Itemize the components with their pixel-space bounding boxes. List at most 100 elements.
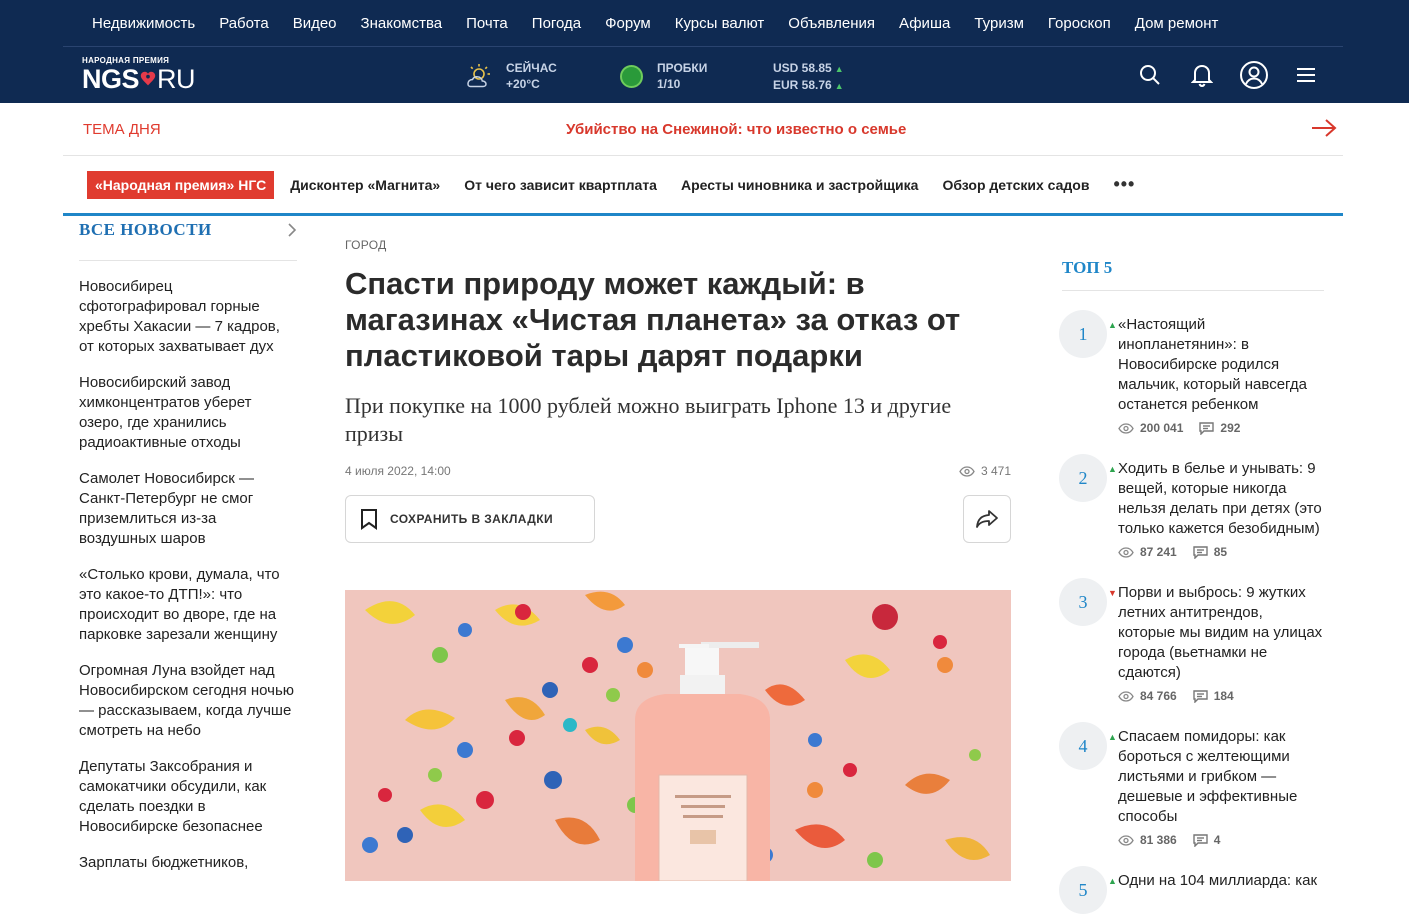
top5-item[interactable]: 4 ▲ Спасаем помидоры: как бороться с жел… — [1059, 722, 1324, 847]
eye-icon — [1118, 546, 1134, 558]
comment-icon — [1199, 421, 1215, 435]
nav-item-afisha[interactable]: Афиша — [899, 15, 950, 32]
trend-up-icon: ▲ — [1108, 320, 1117, 330]
bell-icon[interactable] — [1187, 60, 1217, 90]
header-actions — [1113, 60, 1321, 90]
top5-comments: 4 — [1213, 833, 1221, 847]
chevron-right-icon — [288, 223, 297, 237]
top5-item-title[interactable]: Спасаем помидоры: как бороться с желтеющ… — [1118, 728, 1297, 825]
nav-item-horoscope[interactable]: Гороскоп — [1048, 15, 1111, 32]
top5-views: 84 766 — [1140, 689, 1177, 703]
currency-widget[interactable]: USD 58.85 ▲ EUR 58.76 ▲ — [773, 60, 844, 94]
tag-item[interactable]: От чего зависит квартплата — [464, 177, 657, 193]
news-list: Новосибирец сфотографировал горные хребт… — [79, 277, 297, 873]
nav-item-tourism[interactable]: Туризм — [974, 15, 1024, 32]
top5-sidebar: ТОП 5 1 ▲ «Настоящий инопланетянин»: в Н… — [1059, 258, 1324, 914]
all-news-sidebar: ВСЕ НОВОСТИ Новосибирец сфотографировал … — [79, 220, 297, 889]
article-meta: 4 июля 2022, 14:00 3 471 — [345, 464, 1011, 478]
nav-item-home[interactable]: Дом ремонт — [1135, 15, 1219, 32]
nav-item-mail[interactable]: Почта — [466, 15, 508, 32]
site-header: Недвижимость Работа Видео Знакомства Поч… — [0, 0, 1409, 103]
article-date: 4 июля 2022, 14:00 — [345, 464, 451, 478]
more-tags-button[interactable]: ••• — [1113, 174, 1135, 195]
currency-eur: EUR 58.76 — [773, 78, 832, 92]
eye-icon — [1118, 834, 1134, 846]
search-icon[interactable] — [1135, 60, 1165, 90]
article-photo[interactable] — [345, 590, 1011, 881]
save-bookmark-button[interactable]: СОХРАНИТЬ В ЗАКЛАДКИ — [345, 495, 595, 543]
arrow-right-icon[interactable] — [1311, 117, 1337, 139]
nav-item-weather[interactable]: Погода — [532, 15, 581, 32]
top5-rank: 4 — [1059, 722, 1107, 770]
header-divider — [63, 46, 1343, 47]
article-rubric[interactable]: ГОРОД — [345, 238, 1011, 252]
top5-views: 81 386 — [1140, 833, 1177, 847]
nav-item-realty[interactable]: Недвижимость — [92, 15, 195, 32]
top5-item-title[interactable]: Ходить в белье и унывать: 9 вещей, котор… — [1118, 460, 1322, 537]
top5-rank: 5 — [1059, 866, 1107, 914]
article-subheadline: При покупке на 1000 рублей можно выиграт… — [345, 393, 952, 446]
share-button[interactable] — [963, 495, 1011, 543]
news-list-item[interactable]: Новосибирский завод химконцентратов убер… — [79, 373, 297, 453]
news-list-item[interactable]: Новосибирец сфотографировал горные хребт… — [79, 277, 297, 357]
news-list-item[interactable]: Депутаты Заксобрания и самокатчики обсуд… — [79, 757, 297, 837]
comment-icon — [1193, 689, 1208, 703]
top5-rank: 1 — [1059, 310, 1107, 358]
top5-views: 87 241 — [1140, 545, 1177, 559]
top5-comments: 184 — [1213, 689, 1234, 703]
news-list-item[interactable]: Зарплаты бюджетников, — [79, 853, 297, 873]
top5-views: 200 041 — [1140, 421, 1184, 435]
trend-up-icon: ▲ — [1108, 464, 1117, 474]
heart-pin-icon — [140, 71, 156, 86]
site-logo[interactable]: НАРОДНАЯ ПРЕМИЯ NGS RU — [82, 56, 196, 94]
trend-up-icon: ▲ — [1108, 732, 1117, 742]
traffic-indicator-icon — [620, 64, 643, 88]
logo-domain: RU — [157, 64, 196, 94]
top5-comments: 292 — [1220, 421, 1241, 435]
nav-item-dating[interactable]: Знакомства — [361, 15, 443, 32]
bookmark-icon — [361, 509, 377, 530]
topic-title[interactable]: Убийство на Снежиной: что известно о сем… — [566, 121, 906, 138]
usd-trend-up-icon: ▲ — [834, 64, 844, 74]
menu-icon[interactable] — [1291, 60, 1321, 90]
top-nav: Недвижимость Работа Видео Знакомства Поч… — [80, 0, 1230, 46]
traffic-label: ПРОБКИ — [657, 61, 708, 75]
soap-bottle-candies-image — [345, 590, 1011, 881]
nav-item-currency[interactable]: Курсы валют — [675, 15, 765, 32]
news-list-item[interactable]: Самолет Новосибирск — Санкт-Петербург не… — [79, 469, 297, 549]
top5-item[interactable]: 2 ▲ Ходить в белье и унывать: 9 вещей, к… — [1059, 454, 1324, 559]
top5-item-title[interactable]: «Настоящий инопланетянин»: в Новосибирск… — [1118, 316, 1307, 413]
eye-icon — [1118, 422, 1134, 434]
top5-rank: 2 — [1059, 454, 1107, 502]
nav-item-jobs[interactable]: Работа — [219, 15, 269, 32]
tag-item[interactable]: Дисконтер «Магнита» — [290, 177, 440, 193]
all-news-title: ВСЕ НОВОСТИ — [79, 220, 212, 239]
article: ГОРОД Спасти природу может каждый: в маг… — [345, 238, 1011, 543]
top5-item[interactable]: 1 ▲ «Настоящий инопланетянин»: в Новосиб… — [1059, 310, 1324, 435]
topic-of-day[interactable]: ТЕМА ДНЯ Убийство на Снежиной: что извес… — [63, 103, 1343, 156]
currency-usd: USD 58.85 — [773, 61, 832, 75]
topic-label: ТЕМА ДНЯ — [83, 121, 161, 138]
weather-widget[interactable]: СЕЙЧАС +20°C — [464, 60, 557, 92]
traffic-widget[interactable]: ПРОБКИ 1/10 — [620, 60, 707, 92]
tag-badge-premium[interactable]: «Народная премия» НГС — [87, 170, 275, 199]
top5-item[interactable]: 3 ▼ Порви и выбрось: 9 жутких летних ант… — [1059, 578, 1324, 703]
tag-item[interactable]: Аресты чиновника и застройщика — [681, 177, 918, 193]
nav-item-ads[interactable]: Объявления — [788, 15, 875, 32]
all-news-header[interactable]: ВСЕ НОВОСТИ — [79, 220, 297, 261]
article-views-count: 3 471 — [980, 464, 1011, 478]
top5-item[interactable]: 5 ▲ Одни на 104 миллиарда: как — [1059, 866, 1324, 914]
nav-item-video[interactable]: Видео — [293, 15, 337, 32]
news-list-item[interactable]: Огромная Луна взойдет над Новосибирском … — [79, 661, 297, 741]
user-account-icon[interactable] — [1239, 60, 1269, 90]
comment-icon — [1193, 545, 1208, 559]
article-headline: Спасти природу может каждый: в магазинах… — [345, 266, 961, 373]
tag-item[interactable]: Обзор детских садов — [942, 177, 1089, 193]
trend-up-icon: ▲ — [1108, 876, 1117, 886]
trend-down-icon: ▼ — [1108, 588, 1117, 598]
news-list-item[interactable]: «Столько крови, думала, что это какое-то… — [79, 565, 297, 645]
top5-item-title[interactable]: Порви и выбрось: 9 жутких летних антитре… — [1118, 584, 1322, 681]
traffic-level: 1/10 — [657, 77, 681, 91]
nav-item-forum[interactable]: Форум — [605, 15, 651, 32]
tags-bar: «Народная премия» НГС Дисконтер «Магнита… — [63, 156, 1343, 216]
